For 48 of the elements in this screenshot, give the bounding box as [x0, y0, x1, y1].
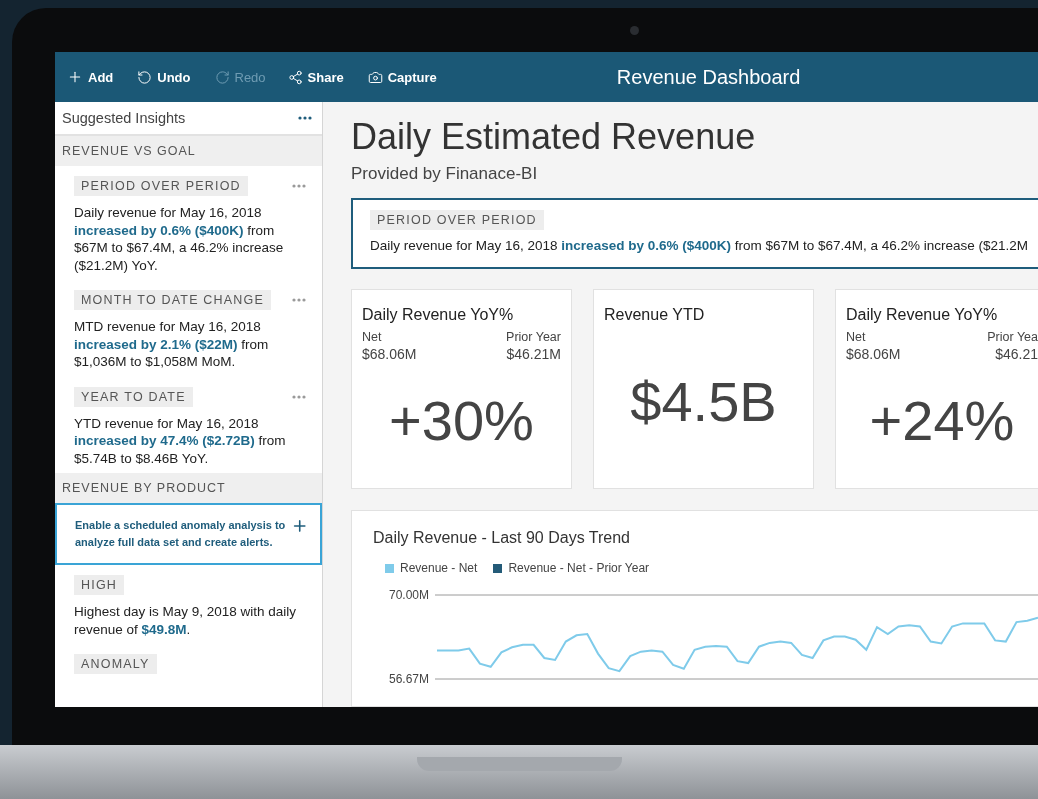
insight-text: Daily revenue for May 16, 2018 increased by 0.6% ($400K) from $67M to $67.4M, a 46.2% increase ($21.2M) YoY. [74, 204, 285, 274]
kpi-subvalue: $68.06M [846, 346, 901, 362]
insight-tag: YEAR TO DATE [74, 386, 193, 407]
plus-icon [67, 69, 83, 85]
axis-tick-label: 70.00M [388, 588, 429, 602]
kpi-title: Revenue YTD [604, 306, 706, 324]
section-heading: REVENUE VS GOAL [55, 136, 322, 166]
insight-tag: HIGH [74, 575, 125, 595]
kpi-value: +24% [868, 387, 1016, 454]
legend-label: Revenue - Net [400, 561, 478, 575]
kpi-title: Daily Revenue YoY% [362, 306, 515, 324]
insight-tag: PERIOD OVER PERIOD [370, 210, 544, 230]
camera-icon [367, 69, 383, 85]
redo-icon [214, 69, 230, 85]
kpi-subvalue: $46.21 [995, 346, 1038, 362]
insight-text: Daily revenue for May 16, 2018 increased by 0.6% ($400K) from $67M to $67.4M, a 46.2% increase ($21.2M [370, 238, 1030, 253]
kpi-subvalue: $68.06M [362, 346, 417, 362]
chart-title: Daily Revenue - Last 90 Days Trend [373, 529, 631, 547]
toolbar-button[interactable]: Share [283, 69, 348, 85]
kpi-title: Daily Revenue YoY% [846, 306, 999, 324]
toolbar-button[interactable]: Capture [363, 69, 441, 85]
kpi-label: Prior Year [506, 330, 561, 344]
section-heading: REVENUE BY PRODUCT [55, 473, 322, 503]
legend-label: Revenue - Net - Prior Year [508, 561, 650, 575]
insight-tag: ANOMALY [74, 654, 157, 674]
anomaly-analysis-prompt[interactable]: Enable a scheduled anomaly analysis to analyze full data set and create alerts. [55, 503, 322, 565]
share-icon [287, 69, 303, 85]
kpi-label: Net [362, 330, 382, 344]
more-options-icon[interactable] [298, 116, 312, 120]
toolbar-button[interactable]: Add [63, 69, 118, 85]
axis-tick-label: 56.67M [388, 672, 429, 686]
sidebar-title: Suggested Insights [62, 110, 186, 126]
webcam-lens [630, 26, 639, 35]
kpi-label: Prior Yea [987, 330, 1038, 344]
insight-tag: PERIOD OVER PERIOD [74, 176, 248, 196]
dashboard-title: Revenue Dashboard [616, 65, 801, 89]
insight-text: Highest day is May 9, 2018 with daily revenue of $49.8M. [74, 603, 298, 638]
toolbar-button[interactable]: Undo [133, 69, 195, 85]
kpi-value: $4.5B [629, 368, 778, 435]
kpi-value: +30% [388, 387, 535, 454]
insight-text: MTD revenue for May 16, 2018 increased by 2.1% ($22M) from $1,036M to $1,058M MoM. [74, 318, 270, 371]
insight-text: YTD revenue for May 16, 2018 increased by 47.4% ($2.72B) from $5.74B to $8.46B YoY. [74, 414, 287, 467]
kpi-subvalue: $46.21M [506, 346, 561, 362]
undo-icon [137, 69, 153, 85]
kpi-label: Net [846, 330, 866, 344]
insight-tag: MONTH TO DATE CHANGE [74, 290, 272, 310]
page-title: Daily Estimated Revenue [351, 116, 757, 158]
page-subtitle: Provided by Finanace-BI [351, 164, 539, 184]
